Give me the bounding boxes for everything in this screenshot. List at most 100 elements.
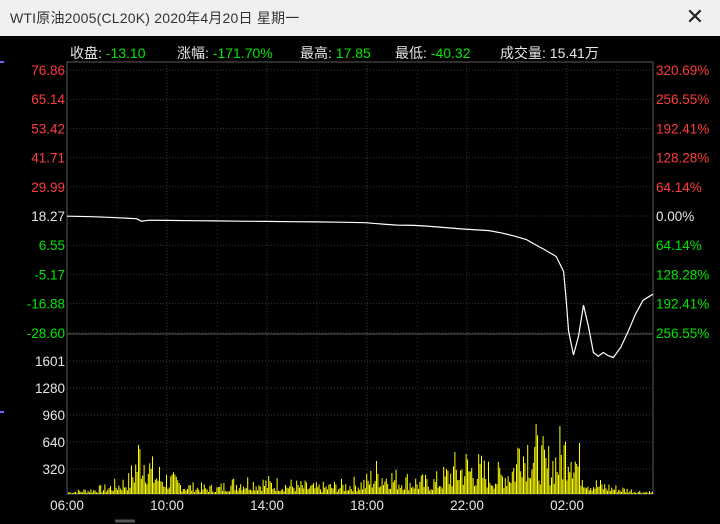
volume-bar	[418, 488, 419, 494]
price-series-line	[66, 215, 654, 359]
volume-bar	[118, 485, 120, 494]
volume-bar	[448, 484, 450, 494]
volume-bar	[308, 488, 310, 494]
volume-bar	[182, 489, 184, 494]
volume-bar	[146, 484, 148, 494]
volume-bar	[629, 491, 631, 494]
volume-bar	[412, 486, 414, 494]
volume-bar	[559, 426, 561, 494]
volume-bar	[272, 489, 274, 494]
volume-bar	[294, 491, 296, 494]
volume-bar	[138, 444, 139, 494]
volume-bar	[565, 441, 566, 494]
volume-bar	[132, 477, 134, 494]
price-line-layer	[66, 215, 654, 359]
volume-bar	[499, 467, 501, 494]
volume-bars	[68, 423, 653, 494]
volume-bar	[637, 492, 639, 494]
volume-bar	[560, 454, 562, 494]
volume-bar	[640, 492, 642, 494]
volume-bar	[572, 478, 573, 494]
volume-bar	[469, 471, 471, 494]
volume-bar	[304, 480, 306, 494]
volume-bar	[490, 485, 492, 494]
volume-bar	[625, 492, 627, 494]
volume-bar	[241, 490, 243, 494]
volume-bar	[378, 487, 380, 494]
volume-bar	[507, 476, 509, 494]
volume-bar	[567, 466, 569, 494]
volume-bar	[598, 486, 600, 494]
volume-bar	[360, 482, 362, 494]
volume-bar	[643, 492, 645, 494]
volume-bar	[184, 488, 186, 494]
volume-bar	[201, 482, 202, 494]
volume-bar	[299, 487, 300, 494]
volume-bar	[503, 487, 505, 494]
volume-bar	[454, 452, 456, 494]
volume-bar	[493, 488, 495, 494]
volume-bar	[343, 490, 345, 494]
volume-bar	[111, 490, 113, 494]
volume-bar	[566, 480, 568, 494]
volume-bar	[89, 492, 90, 494]
volume-bar	[205, 488, 207, 494]
volume-bar	[147, 473, 149, 494]
volume-bar	[573, 472, 575, 494]
volume-bar	[623, 488, 625, 494]
volume-bar	[276, 478, 278, 494]
volume-bar	[362, 489, 363, 494]
volume-bar	[465, 454, 467, 494]
volume-bar	[420, 475, 422, 494]
volume-bar	[178, 483, 180, 494]
volume-bar	[556, 471, 558, 494]
volume-bar	[275, 490, 277, 494]
chart-frame	[66, 61, 654, 495]
volume-bar	[135, 464, 137, 494]
volume-bar	[238, 488, 240, 494]
volume-bar	[324, 487, 326, 494]
volume-bar	[108, 488, 110, 494]
volume-bar	[219, 487, 221, 494]
volume-bar	[581, 480, 583, 494]
volume-bar	[579, 443, 580, 494]
volume-bar	[101, 492, 103, 494]
volume-bar	[310, 485, 312, 494]
volume-bar	[504, 478, 506, 494]
volume-bar	[153, 482, 155, 494]
volume-bar	[527, 445, 529, 494]
volume-bar	[387, 484, 389, 494]
volume-bar	[433, 479, 435, 494]
volume-bar	[607, 490, 608, 494]
volume-bar	[541, 445, 543, 494]
volume-bar	[206, 489, 208, 494]
volume-bar	[608, 484, 610, 494]
volume-bar	[528, 477, 530, 494]
volume-bar	[644, 492, 646, 494]
volume-bar	[170, 476, 172, 494]
volume-bar	[156, 478, 158, 494]
volume-bar	[107, 489, 109, 494]
volume-bar	[548, 446, 550, 494]
volume-bar	[234, 490, 236, 494]
volume-bar	[562, 479, 564, 494]
volume-bar	[215, 492, 216, 494]
percent-tick-label: 128.28%	[656, 267, 709, 282]
volume-bar	[110, 486, 111, 494]
volume-bar	[453, 466, 454, 494]
volume-bar	[432, 489, 433, 494]
volume-bar	[552, 461, 554, 494]
volume-bar	[188, 485, 190, 494]
volume-bar	[280, 490, 282, 494]
volume-bar	[97, 492, 99, 494]
volume-bar	[175, 476, 177, 494]
volume-bar	[94, 490, 96, 494]
volume-bar	[635, 492, 636, 494]
volume-tick-label: 960	[42, 408, 65, 423]
volume-bar	[576, 464, 578, 494]
volume-bar	[115, 487, 117, 494]
volume-bar	[278, 490, 279, 494]
volume-bar	[574, 461, 576, 494]
volume-bar	[126, 490, 128, 494]
volume-bar	[82, 492, 83, 494]
